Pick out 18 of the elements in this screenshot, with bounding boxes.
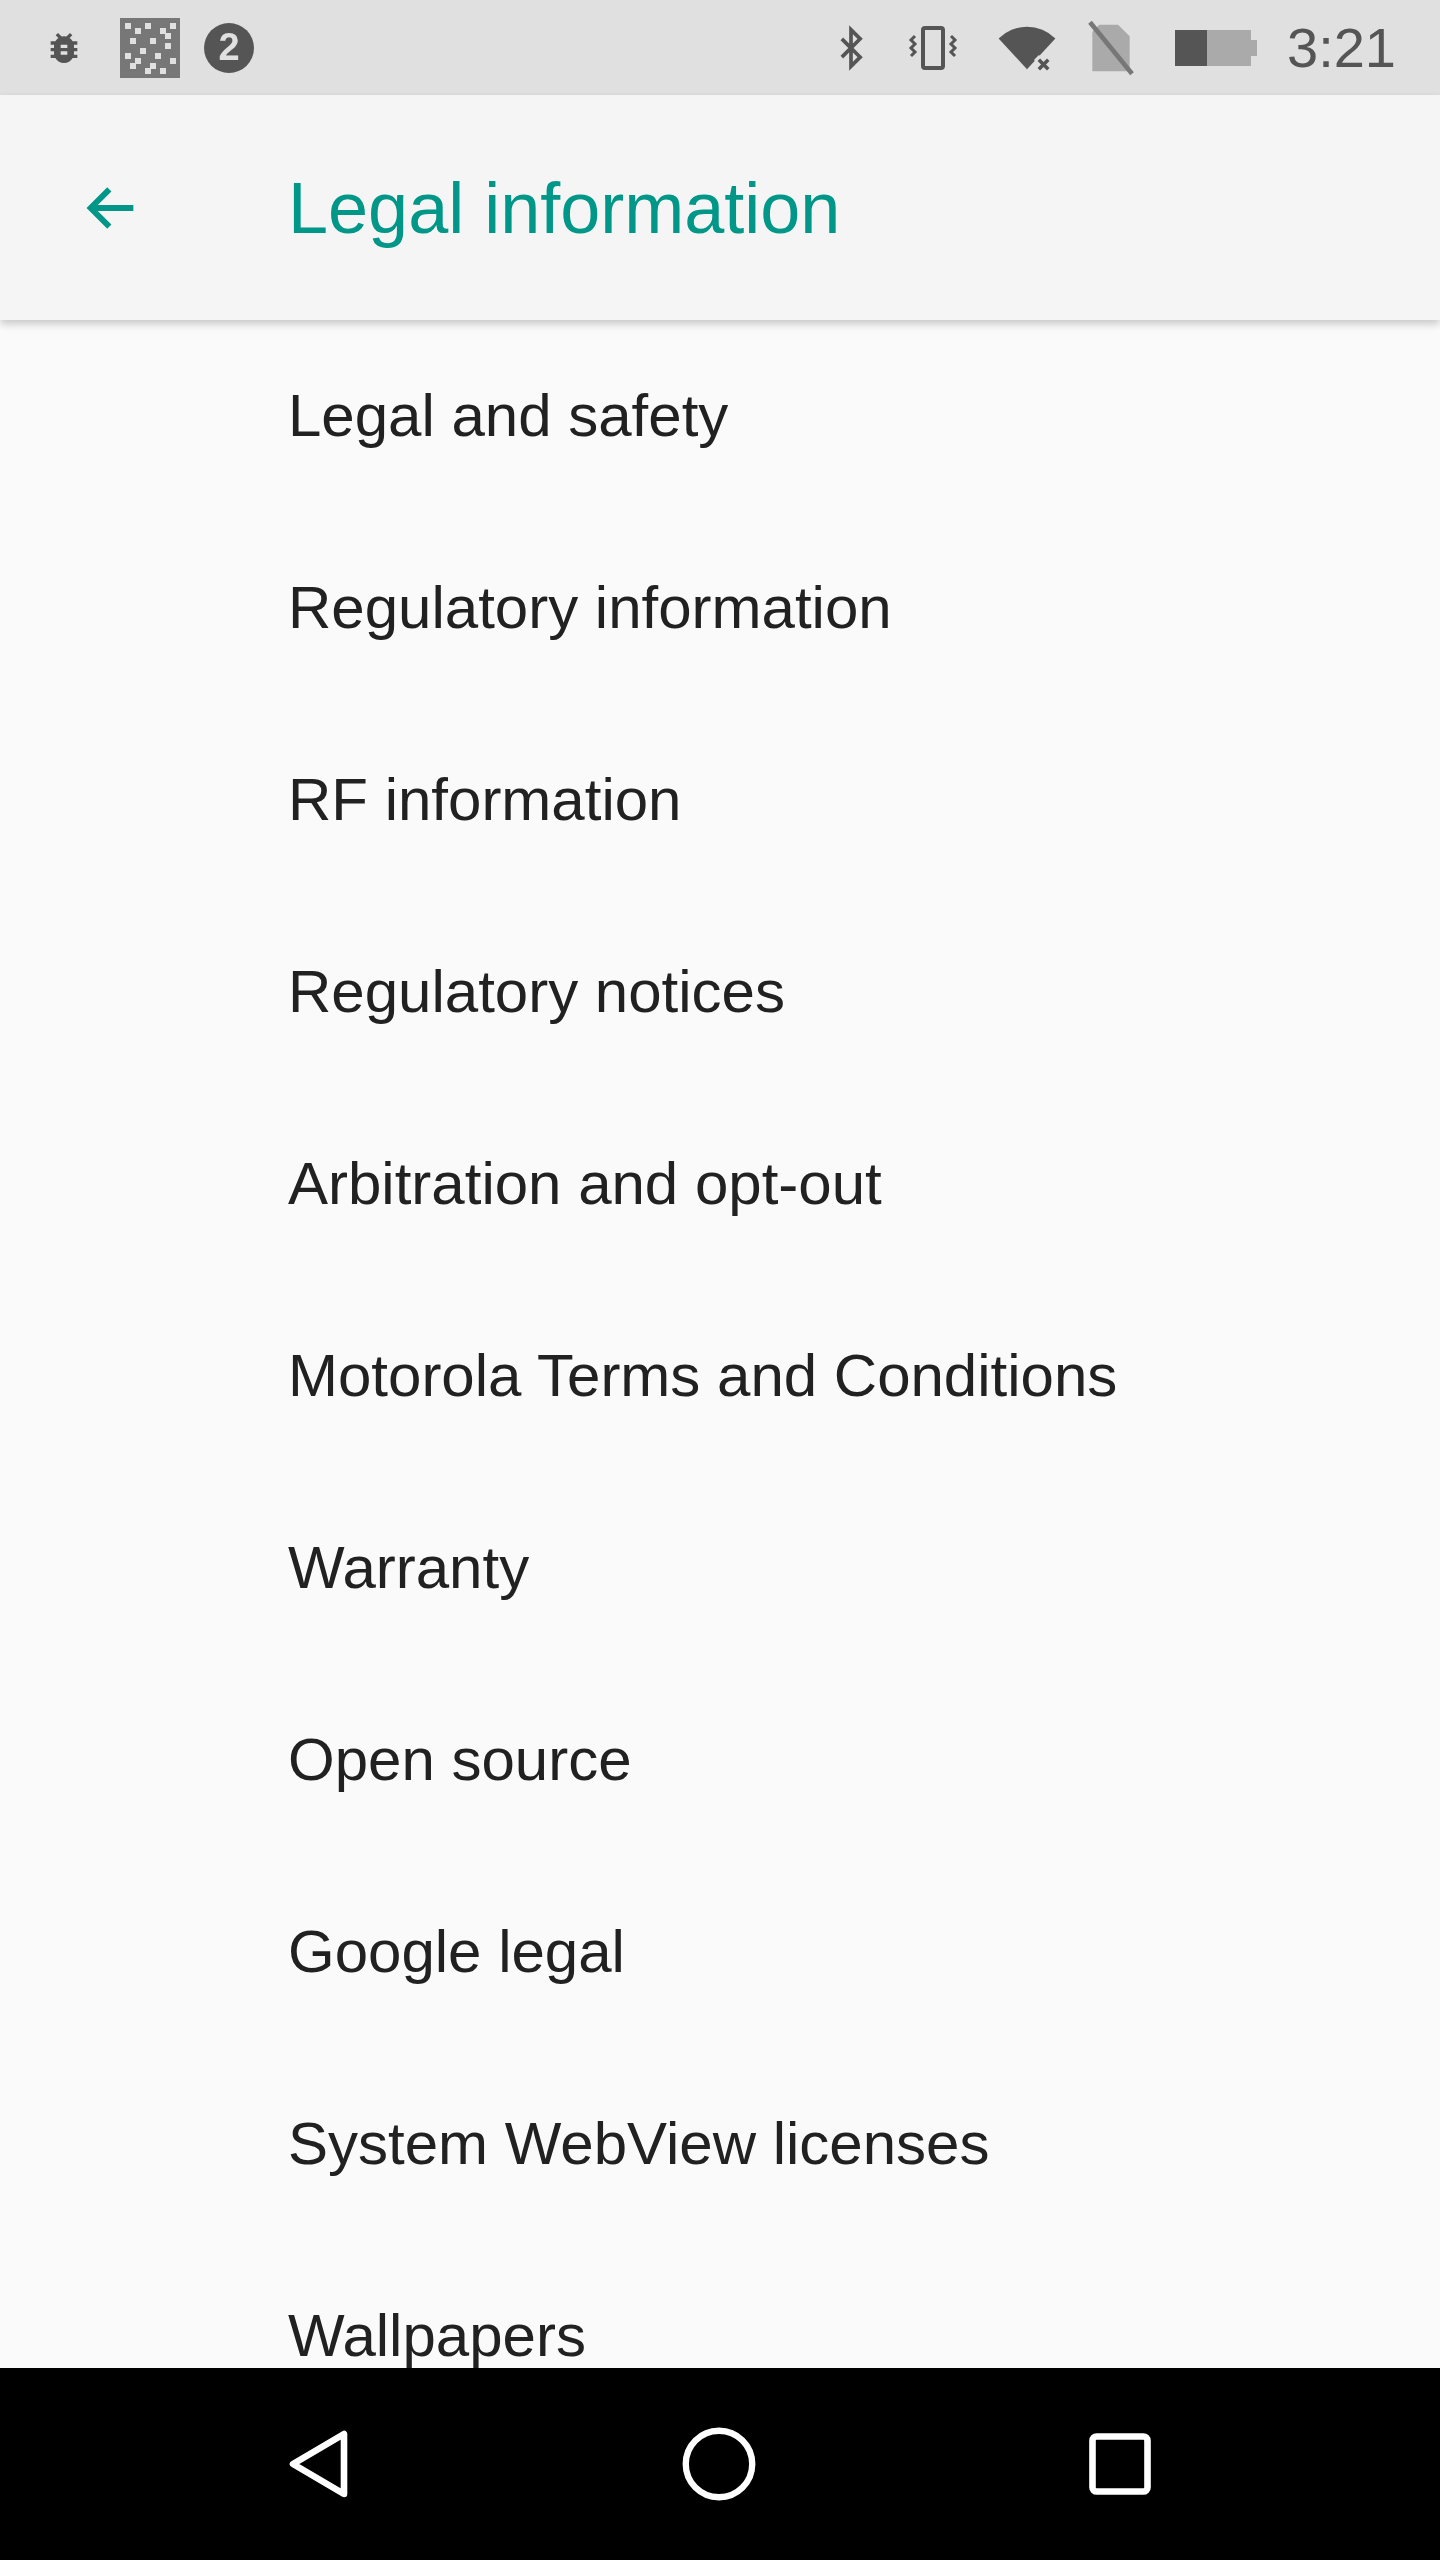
no-sim-icon	[1087, 19, 1135, 76]
settings-item[interactable]: Google legal	[0, 1856, 1440, 2048]
page-title: Legal information	[288, 166, 841, 250]
settings-item[interactable]: Motorola Terms and Conditions	[0, 1280, 1440, 1472]
settings-item[interactable]: Warranty	[0, 1472, 1440, 1664]
qr-code-icon	[120, 17, 180, 78]
settings-item[interactable]: Legal and safety	[0, 320, 1440, 512]
settings-item[interactable]: RF information	[0, 704, 1440, 896]
settings-item[interactable]: Regulatory information	[0, 512, 1440, 704]
settings-item[interactable]: System WebView licenses	[0, 2048, 1440, 2240]
battery-icon	[1175, 29, 1257, 66]
clock-time: 3:21	[1287, 14, 1396, 81]
notification-count-badge: 2	[204, 22, 254, 73]
settings-item[interactable]: Arbitration and opt-out	[0, 1088, 1440, 1280]
settings-item[interactable]: Open source	[0, 1664, 1440, 1856]
settings-item[interactable]: Regulatory notices	[0, 896, 1440, 1088]
recents-square-icon	[1087, 2431, 1153, 2497]
home-circle-icon	[681, 2426, 757, 2502]
